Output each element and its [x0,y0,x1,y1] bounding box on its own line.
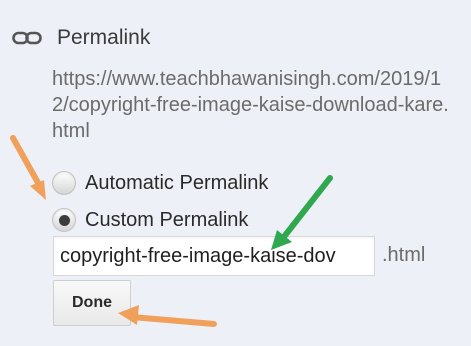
custom-permalink-radio[interactable] [52,208,76,232]
automatic-permalink-label[interactable]: Automatic Permalink [85,172,268,195]
permalink-panel: Permalink https://www.teachbhawanisingh.… [0,0,471,346]
custom-permalink-label[interactable]: Custom Permalink [85,209,248,232]
custom-slug-input[interactable] [53,236,375,276]
orange-arrow-done [118,305,217,327]
radio-selected-dot [58,214,70,226]
automatic-permalink-option[interactable]: Automatic Permalink [52,168,268,198]
slug-suffix: .html [382,244,426,266]
done-button[interactable]: Done [53,280,131,326]
automatic-permalink-radio[interactable] [52,171,76,195]
link-icon [12,28,42,48]
panel-title: Permalink [57,26,151,49]
orange-arrow-radio [10,135,46,200]
permalink-header: Permalink [12,22,150,54]
custom-permalink-option[interactable]: Custom Permalink [52,205,248,235]
permalink-url-preview: https://www.teachbhawanisingh.com/2019/1… [52,68,449,142]
